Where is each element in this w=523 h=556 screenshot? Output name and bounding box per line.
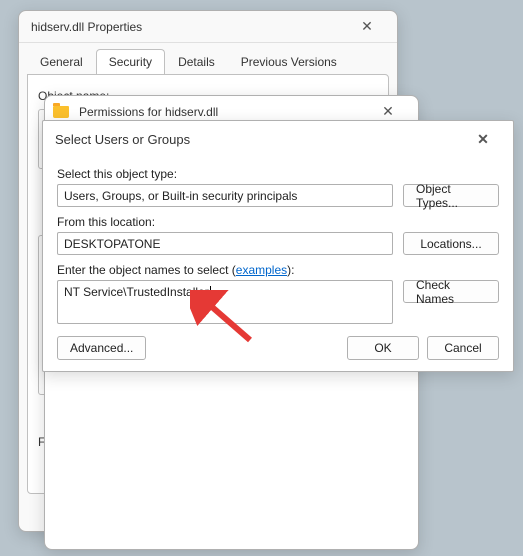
text-caret bbox=[210, 286, 211, 300]
object-type-field[interactable]: Users, Groups, or Built-in security prin… bbox=[57, 184, 393, 207]
locations-button[interactable]: Locations... bbox=[403, 232, 499, 255]
location-field[interactable]: DESKTOPATONE bbox=[57, 232, 393, 255]
close-icon[interactable]: ✕ bbox=[345, 13, 389, 41]
select-users-window: Select Users or Groups ✕ Select this obj… bbox=[42, 120, 514, 372]
object-names-value: NT Service\TrustedInstaller bbox=[64, 285, 209, 299]
tab-strip: General Security Details Previous Versio… bbox=[19, 43, 397, 74]
cancel-button[interactable]: Cancel bbox=[427, 336, 499, 360]
check-names-button[interactable]: Check Names bbox=[403, 280, 499, 303]
location-label: From this location: bbox=[57, 215, 499, 229]
object-names-label: Enter the object names to select (exampl… bbox=[57, 263, 499, 277]
examples-link[interactable]: examples bbox=[236, 263, 287, 277]
properties-titlebar[interactable]: hidserv.dll Properties ✕ bbox=[19, 11, 397, 43]
tab-general[interactable]: General bbox=[27, 49, 96, 74]
names-label-suffix: ): bbox=[287, 263, 294, 277]
select-users-titlebar[interactable]: Select Users or Groups ✕ bbox=[43, 121, 513, 157]
advanced-button[interactable]: Advanced... bbox=[57, 336, 146, 360]
ok-button[interactable]: OK bbox=[347, 336, 419, 360]
properties-title: hidserv.dll Properties bbox=[27, 20, 345, 34]
object-type-label: Select this object type: bbox=[57, 167, 499, 181]
object-types-button[interactable]: Object Types... bbox=[403, 184, 499, 207]
names-label-prefix: Enter the object names to select ( bbox=[57, 263, 236, 277]
permissions-title: Permissions for hidserv.dll bbox=[75, 105, 366, 119]
object-names-input[interactable]: NT Service\TrustedInstaller bbox=[57, 280, 393, 324]
tab-previous-versions[interactable]: Previous Versions bbox=[228, 49, 350, 74]
close-icon[interactable]: ✕ bbox=[461, 125, 505, 153]
tab-details[interactable]: Details bbox=[165, 49, 228, 74]
tab-security[interactable]: Security bbox=[96, 49, 165, 74]
select-users-title: Select Users or Groups bbox=[51, 132, 461, 147]
folder-icon bbox=[53, 106, 69, 118]
